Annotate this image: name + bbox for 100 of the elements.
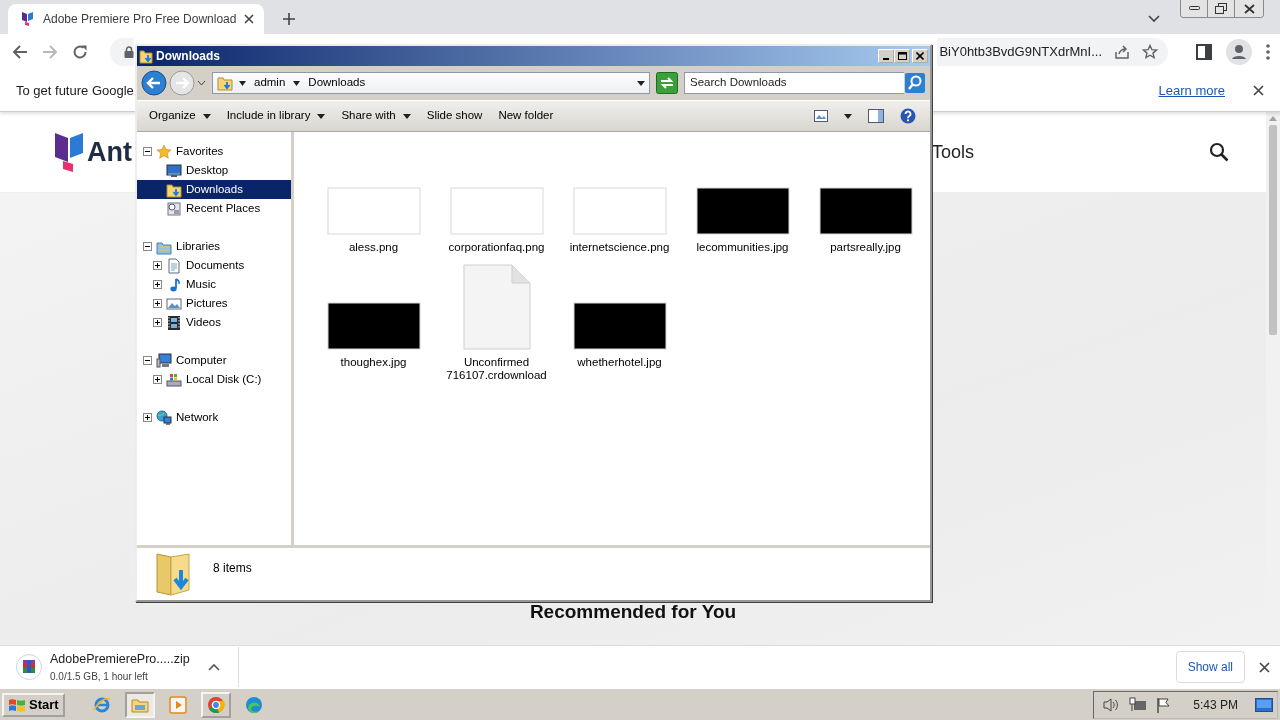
expand-icon[interactable] xyxy=(153,375,162,384)
close-button[interactable] xyxy=(912,49,928,63)
image-thumbnail[interactable] xyxy=(695,187,790,235)
image-thumbnail[interactable] xyxy=(449,187,544,235)
volume-icon[interactable] xyxy=(1102,696,1121,713)
collapse-icon[interactable] xyxy=(143,242,152,251)
chevron-down-icon[interactable] xyxy=(1148,15,1160,23)
image-thumbnail[interactable] xyxy=(572,302,667,350)
address-bar[interactable]: admin Downloads xyxy=(212,72,650,94)
close-button[interactable] xyxy=(1235,0,1263,17)
clock[interactable]: 5:43 PM xyxy=(1193,695,1238,714)
item-count: 8 items xyxy=(213,560,252,577)
start-button[interactable]: Start xyxy=(2,692,65,717)
tree-item[interactable]: Downloads xyxy=(137,180,291,199)
folder-icon xyxy=(139,48,153,64)
search-icon[interactable] xyxy=(1209,142,1229,162)
close-icon[interactable] xyxy=(244,14,255,24)
nav-link[interactable]: Tools xyxy=(931,138,974,166)
tree-item[interactable]: Documents xyxy=(137,256,291,275)
flag-icon[interactable] xyxy=(1156,696,1173,713)
network-icon[interactable] xyxy=(1129,696,1148,713)
image-thumbnail[interactable] xyxy=(326,302,421,350)
windows-logo-icon xyxy=(8,696,26,713)
browser-icon xyxy=(243,694,264,715)
expand-icon[interactable] xyxy=(153,261,162,270)
tree-item[interactable]: Pictures xyxy=(137,294,291,313)
new-tab-icon[interactable] xyxy=(282,12,297,26)
toolbar-button[interactable]: New folder xyxy=(492,104,560,128)
tree-item[interactable]: Network xyxy=(137,408,291,427)
restore-button[interactable] xyxy=(1208,0,1235,17)
share-icon[interactable] xyxy=(1114,44,1130,60)
tree-item[interactable]: Recent Places xyxy=(137,199,291,218)
search-field[interactable]: Search Downloads xyxy=(684,72,904,94)
chevron-up-icon[interactable] xyxy=(208,663,220,671)
network-icon xyxy=(156,409,172,426)
tree-item[interactable]: Desktop xyxy=(137,161,291,180)
menu-icon[interactable] xyxy=(1266,44,1270,60)
tree-item[interactable]: Music xyxy=(137,275,291,294)
file-name[interactable]: corporationfaq.png xyxy=(437,241,556,254)
chevron-icon[interactable] xyxy=(293,80,301,86)
preview-pane-icon[interactable] xyxy=(868,109,884,123)
expand-icon[interactable] xyxy=(153,299,162,308)
side-panel-icon[interactable] xyxy=(1196,44,1212,60)
site-logo-text[interactable]: Ant xyxy=(87,131,132,173)
refresh-icon[interactable] xyxy=(656,72,678,94)
view-icon[interactable] xyxy=(814,110,828,122)
caret-icon[interactable] xyxy=(197,80,206,86)
browser-icon xyxy=(205,694,226,715)
scrollbar[interactable] xyxy=(1266,112,1280,645)
address-bar[interactable]: BiY0htb3BvdG9NTXdrMnI... xyxy=(937,38,1168,66)
image-thumbnail[interactable] xyxy=(326,187,421,235)
close-icon[interactable] xyxy=(1253,85,1264,96)
close-icon[interactable] xyxy=(1259,661,1270,673)
maximize-button[interactable] xyxy=(894,49,910,63)
show-all-button[interactable]: Show all xyxy=(1175,651,1245,683)
tree-item[interactable]: Libraries xyxy=(137,237,291,256)
toolbar-button[interactable]: Organize xyxy=(143,104,217,128)
scrollbar-thumb[interactable] xyxy=(1269,125,1277,335)
back-icon[interactable] xyxy=(12,44,28,60)
expand-icon[interactable] xyxy=(153,280,162,289)
file-name[interactable]: Unconfirmed 716107.crdownload xyxy=(437,356,556,382)
toolbar-button[interactable]: Include in library xyxy=(220,104,332,128)
file-name[interactable]: whetherhotel.jpg xyxy=(560,356,679,369)
download-filename[interactable]: AdobePremierePro.....zip xyxy=(50,650,200,669)
expand-icon[interactable] xyxy=(143,413,152,422)
tree-item[interactable]: Computer xyxy=(137,351,291,370)
toolbar-button[interactable]: Share with xyxy=(335,104,417,128)
site-logo-icon[interactable] xyxy=(55,131,85,173)
image-thumbnail[interactable] xyxy=(818,187,913,235)
chevron-icon[interactable] xyxy=(239,80,246,86)
profile-avatar[interactable] xyxy=(1226,39,1252,65)
reload-icon[interactable] xyxy=(72,44,88,60)
breadcrumb-item[interactable]: Downloads xyxy=(306,74,368,92)
folder-icon xyxy=(217,75,233,91)
file-name[interactable]: aless.png xyxy=(314,241,433,254)
tree-item[interactable]: Local Disk (C:) xyxy=(137,370,291,389)
back-icon[interactable] xyxy=(141,70,167,96)
breadcrumb-item[interactable]: admin xyxy=(252,74,288,92)
tree-item[interactable]: Videos xyxy=(137,313,291,332)
image-thumbnail[interactable] xyxy=(572,187,667,235)
toolbar-button[interactable]: Slide show xyxy=(420,104,489,128)
help-icon[interactable] xyxy=(900,108,916,124)
tree-item[interactable]: Favorites xyxy=(137,142,291,161)
site-info-button[interactable] xyxy=(110,38,134,66)
file-name[interactable]: internetscience.png xyxy=(560,241,679,254)
file-name[interactable]: partsreally.jpg xyxy=(806,241,925,254)
site-logo-icon xyxy=(21,11,35,27)
taskbar-button[interactable] xyxy=(200,691,231,718)
dropdown-icon[interactable] xyxy=(637,80,645,86)
collapse-icon[interactable] xyxy=(143,147,152,156)
minimize-button[interactable] xyxy=(1181,0,1208,17)
learn-more-link[interactable]: Learn more xyxy=(1158,80,1225,101)
file-name[interactable]: lecommunities.jpg xyxy=(683,241,802,254)
browser-tab[interactable]: Adobe Premiere Pro Free Download xyxy=(8,4,265,34)
collapse-icon[interactable] xyxy=(143,356,152,365)
document-icon xyxy=(166,257,182,274)
star-icon[interactable] xyxy=(1142,44,1158,60)
file-name[interactable]: thoughex.jpg xyxy=(314,356,433,369)
show-desktop-icon[interactable] xyxy=(1255,696,1273,713)
expand-icon[interactable] xyxy=(153,318,162,327)
